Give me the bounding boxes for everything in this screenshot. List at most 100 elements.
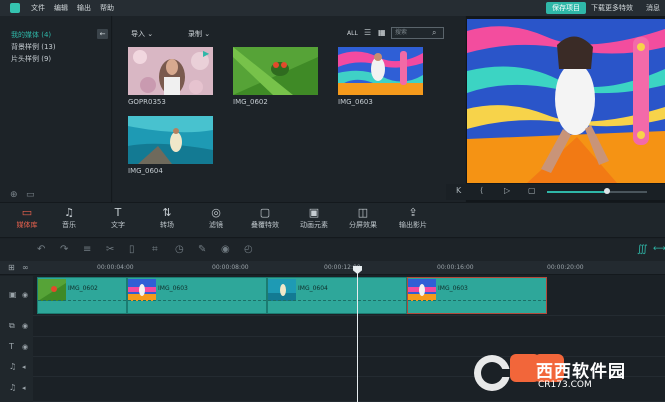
delete-icon[interactable]: ▯ [129,244,135,255]
menu-edit[interactable]: 编辑 [54,3,68,13]
media-panel [113,16,465,202]
timeline-clip[interactable]: IMG_0604 [267,277,407,314]
media-label: GOPR0353 [128,98,166,106]
playhead-line[interactable] [357,270,358,402]
clip-thumbnail [38,279,66,301]
clip-thumbnail [408,279,436,301]
playback-progress-fill [547,191,607,193]
tab-label: 滤镜 [209,221,223,229]
tab-filter[interactable]: ◎ 滤镜 [192,206,240,230]
media-thumbnail-img-0602[interactable] [233,47,318,95]
audio-wave-icon[interactable]: ∭ [637,244,648,255]
timeline-clip[interactable]: IMG_0602 [37,277,127,314]
pip-track-icon: ⧉ [9,321,15,330]
import-dropdown[interactable]: 导入 ⌄ [131,29,153,39]
text-track-icon: T [9,342,14,351]
ruler-tick-label: 00:00:04:00 [97,264,134,271]
colorful-woman-image [338,47,423,95]
cut-icon[interactable]: ✂ [106,244,114,255]
stop-icon[interactable]: ▢ [528,186,536,195]
play-icon[interactable]: ▷ [504,186,510,195]
menu-help[interactable]: 帮助 [100,3,114,13]
list-view-icon[interactable]: ☰ [364,28,371,37]
library-item-backgrounds[interactable]: 背景样例 (13) [11,42,56,52]
collapse-icon[interactable]: ← [97,29,108,39]
tab-label: 输出影片 [399,221,427,229]
export-icon: ⇪ [408,206,418,219]
tab-overlay[interactable]: ▢ 叠覆特效 [241,206,289,230]
record-dropdown[interactable]: 录制 ⌄ [188,29,210,39]
preview-video[interactable] [467,19,665,183]
text-icon: T [114,206,122,219]
color-picker-icon[interactable]: ✎ [198,244,206,255]
audio-mixer-icon[interactable]: ◉ [221,244,230,255]
overlay-icon: ▢ [259,206,271,219]
speed-icon[interactable]: ◷ [175,244,184,255]
menu-export[interactable]: 输出 [77,3,91,13]
clip-thumbnail [268,279,296,301]
media-thumbnail-img-0603[interactable] [338,47,423,95]
tab-label: 音乐 [62,221,76,229]
watermark-text: 西西软件园 [536,362,626,382]
split-screen-icon: ◫ [357,206,369,219]
undo-icon[interactable]: ↶ [37,244,45,255]
crop-icon[interactable]: ⌗ [152,244,158,255]
filter-all[interactable]: ALL [347,30,358,37]
ruler-tick-label: 00:00:16:00 [437,264,474,271]
library-item-my-media[interactable]: 我的媒体 (4) [11,30,51,40]
clip-audio-line [128,300,266,301]
clip-audio-line [268,300,406,301]
menu-file[interactable]: 文件 [31,3,45,13]
music-track-icon: ♫ [9,383,17,392]
download-more-effects-link[interactable]: 下载更多特效 [591,3,633,13]
link-icon[interactable]: ∞ [22,263,29,272]
adjust-icon[interactable]: ≡ [83,244,91,255]
grid-view-icon[interactable]: ▦ [378,28,386,37]
folder-icon[interactable]: ▭ [26,190,35,200]
eye-icon[interactable]: ◉ [22,291,28,299]
timeline-clip[interactable]: IMG_0603 [407,277,547,314]
clip-label: IMG_0602 [68,285,98,292]
redo-icon[interactable]: ↷ [60,244,68,255]
add-folder-icon[interactable]: ⊕ [10,190,18,200]
app-logo [10,3,20,13]
library-item-intros[interactable]: 片头样例 (9) [11,54,51,64]
media-thumbnail-gopr0353[interactable] [128,47,213,95]
step-back-icon[interactable]: ⟨ [480,186,483,195]
tab-transition[interactable]: ⇅ 转场 [143,206,191,230]
add-track-icon[interactable]: ⊞ [8,263,15,272]
video-camera-icon: ▶ [203,49,210,58]
speaker-icon[interactable]: ◂ [22,363,26,371]
eye-icon[interactable]: ◉ [22,322,28,330]
zoom-fit-icon[interactable]: ⟷ [653,244,665,254]
chevron-down-icon: ⌄ [204,30,211,38]
skip-back-icon[interactable]: K [456,186,461,195]
tab-split-screen[interactable]: ◫ 分屏效果 [339,206,387,230]
save-project-button[interactable]: 保存项目 [546,2,586,14]
tab-export[interactable]: ⇪ 输出影片 [389,206,437,230]
messages-link[interactable]: 消息 [646,3,660,13]
filter-icon: ◎ [211,206,221,219]
tab-elements[interactable]: ▣ 动画元素 [290,206,338,230]
tab-label: 分屏效果 [349,221,377,229]
clip-label: IMG_0603 [158,285,188,292]
clip-label: IMG_0604 [298,285,328,292]
video-track-icon: ▣ [9,290,17,299]
tab-text[interactable]: T 文字 [94,206,142,230]
media-label: IMG_0603 [338,98,373,106]
speaker-icon[interactable]: ◂ [22,384,26,392]
search-icon[interactable]: ⌕ [432,28,436,38]
clip-thumbnail [128,279,156,301]
record-label: 录制 [188,30,202,38]
transition-icon: ⇅ [162,206,172,219]
media-thumbnail-img-0604[interactable] [128,116,213,164]
duration-icon[interactable]: ◴ [244,244,253,255]
tab-media-library[interactable]: ▭ 媒体库 [3,206,51,230]
frog-leaf-image [233,47,318,95]
eye-icon[interactable]: ◉ [22,343,28,351]
timeline-clip[interactable]: IMG_0603 [127,277,267,314]
playback-progress-knob[interactable] [604,188,610,194]
tab-label: 叠覆特效 [251,221,279,229]
tab-music[interactable]: ♫ 音乐 [45,206,93,230]
ruler-tick-label: 00:00:20:00 [547,264,584,271]
